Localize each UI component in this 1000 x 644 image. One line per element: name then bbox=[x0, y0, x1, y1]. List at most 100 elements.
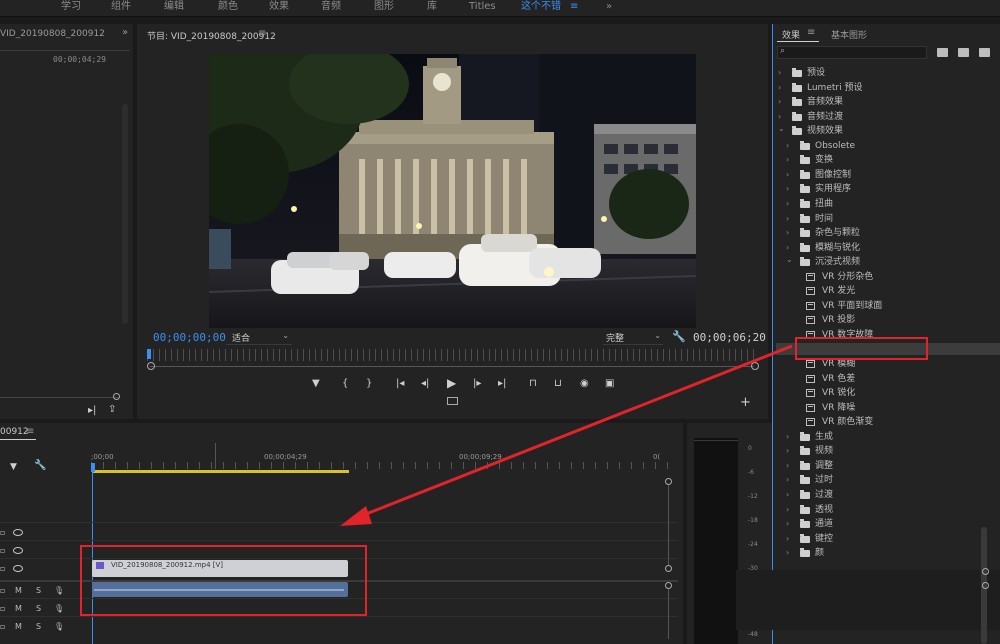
effect-folder[interactable]: › 视频 bbox=[772, 444, 1000, 458]
track-lock-icon[interactable]: ▫ bbox=[0, 564, 5, 573]
workspace-menu-icon[interactable]: ≡ bbox=[570, 0, 578, 14]
workspace-tab-assembly[interactable]: 组件 bbox=[111, 0, 131, 14]
workspace-tab-audio[interactable]: 音频 bbox=[321, 0, 341, 14]
chevron-right-icon[interactable]: › bbox=[786, 139, 789, 153]
effects-search-input[interactable]: ⌕ bbox=[777, 46, 927, 59]
effect-folder[interactable]: › 过时 bbox=[772, 473, 1000, 487]
workspace-tab-learn[interactable]: 学习 bbox=[61, 0, 81, 14]
workspace-tab-libraries[interactable]: 库 bbox=[427, 0, 437, 14]
scroll-handle[interactable] bbox=[665, 582, 672, 589]
effect-folder[interactable]: › 通道 bbox=[772, 517, 1000, 531]
marker-icon[interactable]: ▼ bbox=[312, 379, 320, 389]
workspace-tab-graphics[interactable]: 图形 bbox=[374, 0, 394, 14]
workspace-tab-titles[interactable]: Titles bbox=[469, 0, 496, 14]
microphone-icon[interactable]: 🎙 bbox=[54, 586, 64, 595]
chevron-right-icon[interactable]: › bbox=[778, 66, 781, 80]
yuv-effects-icon[interactable] bbox=[979, 48, 990, 57]
zoom-select[interactable]: 适合 ⌄ bbox=[226, 330, 292, 345]
chevron-down-icon[interactable]: ⌄ bbox=[778, 122, 785, 136]
effect-item[interactable]: VR 投影 bbox=[772, 313, 1000, 327]
work-area-bar[interactable] bbox=[93, 470, 349, 473]
eye-icon[interactable] bbox=[13, 547, 23, 554]
chevron-right-icon[interactable]: › bbox=[778, 81, 781, 95]
effect-folder[interactable]: › Lumetri 预设 bbox=[772, 81, 1000, 95]
track-lock-icon[interactable]: ▫ bbox=[0, 586, 5, 595]
effect-folder[interactable]: › 键控 bbox=[772, 532, 1000, 546]
sequence-tab[interactable]: 00912 bbox=[0, 427, 29, 437]
microphone-icon[interactable]: 🎙 bbox=[54, 604, 64, 613]
export-icon[interactable]: ⇪ bbox=[108, 405, 116, 415]
mute-button[interactable]: M bbox=[15, 622, 22, 631]
program-playhead[interactable] bbox=[147, 349, 151, 359]
effect-folder[interactable]: › 音频过渡 bbox=[772, 110, 1000, 124]
chevron-right-icon[interactable]: › bbox=[786, 182, 789, 196]
chevron-right-icon[interactable]: › bbox=[786, 153, 789, 167]
timeline-settings-icon[interactable]: 🔧 bbox=[34, 461, 46, 471]
effect-folder[interactable]: › 调整 bbox=[772, 459, 1000, 473]
program-menu-icon[interactable]: ≡ bbox=[258, 28, 266, 39]
workspace-tab-color[interactable]: 颜色 bbox=[218, 0, 238, 14]
effect-folder[interactable]: ⌄ 视频效果 bbox=[772, 124, 1000, 138]
program-monitor-title[interactable]: 节目: VID_20190808_200912 bbox=[147, 29, 276, 42]
source-zoom-bar[interactable] bbox=[0, 397, 118, 398]
solo-button[interactable]: S bbox=[36, 604, 41, 613]
effect-folder[interactable]: › 图像控制 bbox=[772, 168, 1000, 182]
effect-folder[interactable]: › 时间 bbox=[772, 212, 1000, 226]
solo-button[interactable]: S bbox=[36, 586, 41, 595]
effect-folder[interactable]: › 扭曲 bbox=[772, 197, 1000, 211]
32bit-effects-icon[interactable] bbox=[958, 48, 969, 57]
effect-folder[interactable]: › Obsolete bbox=[772, 139, 1000, 153]
effect-item[interactable]: VR 色差 bbox=[772, 372, 1000, 386]
chevron-right-icon[interactable]: › bbox=[786, 212, 789, 226]
source-scrollbar[interactable] bbox=[122, 104, 128, 324]
effect-item[interactable]: VR 发光 bbox=[772, 284, 1000, 298]
scroll-handle[interactable] bbox=[665, 565, 672, 572]
essential-graphics-tab[interactable]: 基本图形 bbox=[831, 28, 867, 41]
chevron-right-icon[interactable]: › bbox=[786, 546, 789, 560]
workspace-tab-editing[interactable]: 编辑 bbox=[164, 0, 184, 14]
scroll-handle[interactable] bbox=[982, 582, 989, 589]
sequence-menu-icon[interactable]: ≡ bbox=[26, 426, 34, 437]
accelerated-effects-icon[interactable] bbox=[937, 48, 948, 57]
effects-tab[interactable]: 效果 bbox=[782, 28, 800, 41]
effect-item[interactable]: VR 颜色渐变 bbox=[772, 415, 1000, 429]
eye-icon[interactable] bbox=[13, 529, 23, 536]
scroll-handle[interactable] bbox=[982, 568, 989, 575]
mute-button[interactable]: M bbox=[15, 604, 22, 613]
effect-folder[interactable]: › 模糊与锐化 bbox=[772, 241, 1000, 255]
effect-folder[interactable]: › 杂色与颗粒 bbox=[772, 226, 1000, 240]
chevron-right-icon[interactable]: › bbox=[778, 95, 781, 109]
effect-folder[interactable]: › 透视 bbox=[772, 503, 1000, 517]
track-lock-icon[interactable]: ▫ bbox=[0, 604, 5, 613]
effect-item[interactable]: VR 平面到球面 bbox=[772, 299, 1000, 313]
zoom-handle-left[interactable] bbox=[147, 362, 155, 370]
chevron-right-icon[interactable]: › bbox=[786, 168, 789, 182]
effect-folder[interactable]: › 生成 bbox=[772, 430, 1000, 444]
source-zoom-handle[interactable] bbox=[113, 393, 120, 400]
insert-icon[interactable]: ▸| bbox=[88, 406, 96, 416]
effect-folder[interactable]: › 变换 bbox=[772, 153, 1000, 167]
effect-folder[interactable]: › 音频效果 bbox=[772, 95, 1000, 109]
effect-folder[interactable]: ⌄ 沉浸式视频 bbox=[772, 255, 1000, 269]
solo-button[interactable]: S bbox=[36, 622, 41, 631]
program-current-timecode[interactable]: 00;00;00;00 bbox=[153, 331, 226, 344]
effect-folder[interactable]: › 颜 bbox=[772, 546, 1000, 560]
track-lock-icon[interactable]: ▫ bbox=[0, 528, 5, 537]
audio-track-scrollbar[interactable] bbox=[668, 589, 669, 639]
effect-item[interactable]: VR 降噪 bbox=[772, 401, 1000, 415]
track-lock-icon[interactable]: ▫ bbox=[0, 622, 5, 631]
mute-button[interactable]: M bbox=[15, 586, 22, 595]
program-video-frame[interactable] bbox=[209, 54, 696, 328]
source-panel-title[interactable]: VID_20190808_200912 bbox=[0, 29, 105, 39]
eye-icon[interactable] bbox=[13, 565, 23, 572]
effect-item[interactable]: VR 分形杂色 bbox=[772, 270, 1000, 284]
workspace-tab-custom[interactable]: 这个不错 bbox=[521, 0, 561, 14]
effect-item[interactable]: VR 锐化 bbox=[772, 386, 1000, 400]
panel-overflow-button[interactable]: » bbox=[122, 27, 128, 38]
chevron-right-icon[interactable]: › bbox=[786, 197, 789, 211]
effects-menu-icon[interactable]: ≡ bbox=[807, 27, 815, 38]
effect-folder[interactable]: › 过渡 bbox=[772, 488, 1000, 502]
chevron-down-icon[interactable]: ⌄ bbox=[786, 253, 793, 267]
microphone-icon[interactable]: 🎙 bbox=[54, 622, 64, 631]
effect-folder[interactable]: › 实用程序 bbox=[772, 182, 1000, 196]
